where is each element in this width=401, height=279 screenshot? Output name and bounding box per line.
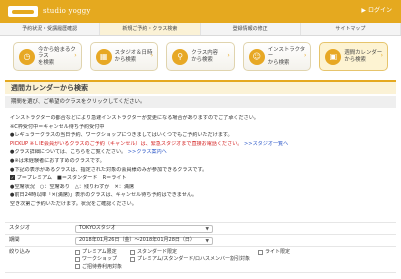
note-warning: ※ＬIE会員がいるクラスのご予約（キャンセル）は、緊急スタジオまで直接お電話くだ… (29, 140, 243, 147)
tab-weekly-calendar[interactable]: ▣ 週間カレンダー から検索 › (319, 42, 388, 71)
legend-mark-icon: ✓ (10, 175, 15, 181)
nav-edit-profile[interactable]: 登録情報の修正 (201, 23, 301, 35)
filter-label-text: プレミアム限定 (82, 249, 117, 255)
filter-invitation[interactable]: ご招待券利用対象 (75, 264, 122, 270)
filter-premium[interactable]: プレミアム限定 (75, 249, 122, 255)
checkbox[interactable] (75, 256, 80, 262)
tab-label-5b: から検索 (344, 56, 366, 63)
studio-select[interactable]: TOKYOスタジオ ▼ (75, 224, 213, 233)
global-nav: 予約状況・受講履歴確認 新規ご予約・クラス検索 登録情報の修正 サイトマップ (0, 23, 401, 36)
tab-label-2b: から検索 (114, 56, 137, 63)
note-text: プ＝プレミアム ■＝スタンダード R＝ライト (16, 175, 127, 182)
tab-instructor[interactable]: ☺ インストラクター から検索 › (242, 42, 312, 71)
filter-label-text: ライト限定 (265, 249, 291, 255)
note-row: PICKUP ※ＬIE会員がいるクラスのご予約（キャンセル）は、緊急スタジオまで… (10, 141, 394, 150)
checkbox[interactable] (130, 256, 136, 262)
search-form: スタジオ TOKYOスタジオ ▼ 期間 2018年01月26日（金）～2018年… (5, 222, 396, 273)
chevron-down-icon: ▼ (205, 238, 209, 244)
period-value: 2018年01月26日（金）～2018年01月28日（日） (79, 237, 195, 244)
filter-label-text: スタンダード限定 (137, 249, 178, 255)
studio-value: TOKYOスタジオ (79, 225, 116, 232)
filter-label-text: ワークショップ (82, 256, 118, 263)
checkbox[interactable] (75, 249, 80, 255)
filter-member-discount[interactable]: プレミアム/スタンダード/ロハスメンバー割引対象 (130, 256, 250, 262)
chevron-right-icon: › (74, 52, 77, 59)
note-text: ※C枠受付中＝キャンセル待ち予約受付中 (10, 123, 105, 130)
checkbox[interactable] (75, 264, 80, 270)
tab-label-3b: から検索 (191, 56, 213, 63)
note-row: ●クラス詳細については、こちらをご覧ください。 >>クラス案内へ (10, 149, 394, 158)
class-guide-link[interactable]: >>クラス案内へ (128, 149, 167, 155)
nav-new-reservation[interactable]: 新規ご予約・クラス検索 (100, 23, 201, 35)
tab-studio-date[interactable]: ▦ スタジオ＆日時 から検索 › (89, 42, 159, 71)
note-text: ●レギュラークラスの当日予約、ワークショップにつきましてはいくつでもご予約いただ… (10, 132, 233, 139)
page-title: 週間カレンダーから検索 (5, 80, 396, 94)
filter-options: プレミアム限定 スタンダード限定 ライト限定 ワークショップ プレミアム/スタン… (75, 247, 290, 272)
page: studio yoggy ▶ ログイン 予約状況・受講履歴確認 新規ご予約・クラ… (0, 0, 401, 279)
tab-label-1b: を検索 (38, 59, 55, 66)
note-row: ✓ プ＝プレミアム ■＝スタンダード R＝ライト (10, 175, 394, 184)
login-icon: ▶ (361, 7, 366, 14)
site-header: studio yoggy ▶ ログイン (0, 0, 401, 23)
nav-reservation-status[interactable]: 予約状況・受講履歴確認 (0, 23, 101, 35)
search-icon: ⚲ (172, 48, 189, 65)
studio-row: スタジオ TOKYOスタジオ ▼ (5, 223, 396, 235)
period-select[interactable]: 2018年01月26日（金）～2018年01月28日（日） ▼ (75, 236, 213, 245)
clock-icon: ◷ (19, 48, 35, 65)
chevron-down-icon: ▼ (205, 226, 209, 232)
filter-row: 絞り込み プレミアム限定 スタンダード限定 ライト限定 ワークショップ プレミア… (5, 247, 396, 273)
filter-label-text: ご招待券利用対象 (82, 263, 123, 270)
note-text: ●クラス詳細については、こちらをご覧ください。 (10, 149, 127, 156)
note-text: インストラクターの都合などにより急遽インストラクターが変更になる場合がありますの… (10, 115, 259, 121)
filter-label: 絞り込み (9, 249, 31, 255)
note-text: 空き次第ご予約いただけます。状況をご確認ください。 (10, 200, 137, 207)
page-intro: 期間を選び、ご希望のクラスをクリックしてください。 (5, 96, 396, 108)
login-label: ログイン (367, 7, 392, 14)
nav-sitemap[interactable]: サイトマップ (301, 23, 401, 35)
checkbox[interactable] (258, 249, 264, 255)
note-text: ●空席状況 ○：空席あり △：残りわずか ✕：満席 (10, 183, 135, 190)
period-label: 期間 (9, 237, 20, 244)
calendar-week-icon: ▣ (325, 48, 342, 65)
note-text: ●※は未経験者におすすめのクラスです。 (10, 157, 105, 164)
note-text: ●下記の表示があるクラスは、指定された対象の会員様のみが参加できるクラスです。 (10, 166, 208, 173)
studio-list-link[interactable]: >>スタジオ一覧へ (244, 141, 288, 147)
logo[interactable]: studio yoggy (8, 6, 91, 17)
chevron-right-icon: › (150, 52, 154, 59)
login-link[interactable]: ▶ ログイン (361, 7, 392, 15)
filter-spacer (258, 256, 290, 262)
filter-light[interactable]: ライト限定 (258, 249, 290, 255)
studio-logo-icon (8, 6, 38, 17)
search-tabs: ◷ 今から始まるクラス を検索 › ▦ スタジオ＆日時 から検索 › ⚲ クラス内容… (13, 42, 388, 71)
studio-label: スタジオ (9, 225, 31, 232)
tab-label-4b: から検索 (267, 59, 290, 66)
note-text: ●前日24時以降「✕(満席)」表示のクラスは、キャンセル待ち予約はできません。 (10, 192, 198, 199)
filter-label-text: プレミアム/スタンダード/ロハスメンバー割引対象 (137, 256, 251, 263)
checkbox[interactable] (130, 249, 136, 255)
chevron-right-icon: › (227, 52, 230, 59)
calendar-icon: ▦ (95, 48, 112, 65)
person-icon: ☺ (248, 48, 265, 65)
brand-name: studio yoggy (43, 7, 91, 16)
filter-standard[interactable]: スタンダード限定 (130, 249, 250, 255)
chevron-right-icon: › (380, 52, 383, 59)
chevron-right-icon: › (303, 52, 307, 59)
notes-list: インストラクターの都合などにより急遽インストラクターが変更になる場合がありますの… (10, 115, 394, 210)
tab-class-content[interactable]: ⚲ クラス内容 から検索 › (166, 42, 235, 71)
period-row: 期間 2018年01月26日（金）～2018年01月28日（日） ▼ (5, 235, 396, 247)
filter-workshop[interactable]: ワークショップ (75, 256, 122, 262)
pickup-badge: PICKUP (10, 140, 29, 147)
tab-search-now[interactable]: ◷ 今から始まるクラス を検索 › (13, 42, 82, 71)
